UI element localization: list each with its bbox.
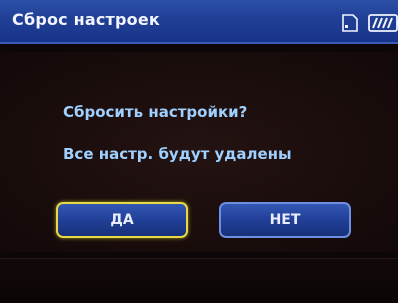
yes-button[interactable]: ДА bbox=[56, 202, 188, 238]
battery-icon bbox=[368, 14, 398, 32]
confirm-warning: Все настр. будут удалены bbox=[63, 145, 292, 163]
confirm-question: Сбросить настройки? bbox=[63, 103, 248, 121]
bottom-bar bbox=[0, 258, 398, 303]
screen-title: Сброс настроек bbox=[12, 10, 160, 29]
title-bar: Сброс настроек bbox=[0, 0, 398, 44]
no-button[interactable]: НЕТ bbox=[219, 202, 351, 238]
device-screen: Сброс настроек Сбросить настройки? Все н… bbox=[0, 0, 398, 303]
sd-card-icon bbox=[342, 14, 358, 32]
